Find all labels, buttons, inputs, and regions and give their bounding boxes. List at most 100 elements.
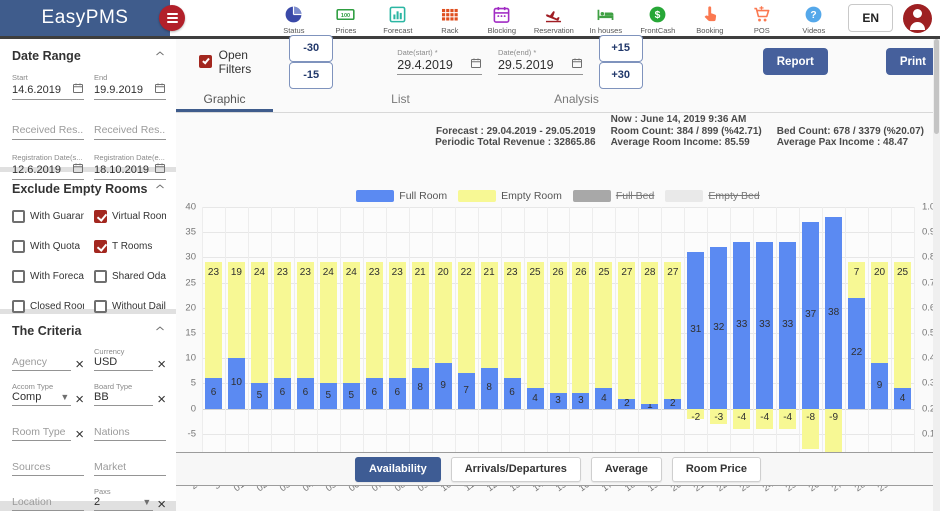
bar-empty-room-29-apr[interactable] — [205, 262, 222, 378]
bar-empty-room-12-may[interactable] — [504, 262, 521, 378]
input-placeholder-agency[interactable]: Agency — [12, 356, 71, 371]
field-nations: Nations — [94, 417, 166, 441]
calendar-icon[interactable] — [72, 82, 84, 97]
scrollbar-thumb[interactable] — [934, 39, 939, 134]
shift-button-15[interactable]: +15 — [599, 35, 643, 62]
nav-item-status[interactable]: Status — [271, 5, 316, 35]
checkbox-with-guarantee[interactable]: With Guarantee — [12, 210, 84, 223]
clear-icon[interactable]: × — [157, 499, 166, 511]
bar-empty-room-29-may[interactable] — [894, 262, 911, 388]
mode-button-average[interactable]: Average — [591, 457, 662, 482]
input-registration-date-e[interactable]: 18.10.2019 — [94, 162, 166, 180]
clear-icon[interactable]: × — [75, 394, 84, 406]
tab-list[interactable]: List — [352, 84, 449, 112]
input-placeholder-room-type[interactable]: Room Type — [12, 426, 71, 441]
user-avatar[interactable] — [903, 4, 932, 33]
y-axis-tick: 35 — [185, 227, 196, 238]
collapse-chevron-up-icon[interactable] — [154, 180, 166, 198]
nav-item-in-houses[interactable]: In houses — [583, 5, 628, 35]
input-placeholder-received-res[interactable]: Received Res... — [12, 122, 84, 140]
mode-button-availability[interactable]: Availability — [355, 457, 441, 482]
input-placeholder-market[interactable]: Market — [94, 461, 166, 476]
bar-empty-room-06-may[interactable] — [366, 262, 383, 378]
app-logo[interactable]: EasyPMS — [0, 0, 170, 36]
calendar-icon[interactable] — [154, 82, 166, 97]
checkbox-with-forecast[interactable]: With Forecast — [12, 270, 84, 283]
bar-empty-room-13-may[interactable] — [527, 262, 544, 388]
input-placeholder-sources[interactable]: Sources — [12, 461, 84, 476]
nav-item-frontcash[interactable]: $FrontCash — [635, 5, 680, 35]
input-end[interactable]: 19.9.2019 — [94, 82, 166, 100]
checkbox-virtual-rooms[interactable]: Virtual Rooms — [94, 210, 166, 223]
nav-item-booking[interactable]: Booking — [687, 5, 732, 35]
legend-item-full-bed[interactable]: Full Bed — [573, 190, 655, 202]
report-button[interactable]: Report — [763, 48, 828, 75]
calendar-icon[interactable] — [154, 162, 166, 177]
legend-item-empty-room[interactable]: Empty Room — [458, 190, 562, 202]
input-currency[interactable]: USD — [94, 356, 153, 371]
mode-button-arrivals-departures[interactable]: Arrivals/Departures — [451, 457, 581, 482]
dropdown-caret-icon[interactable]: ▼ — [142, 497, 153, 507]
nav-item-rack[interactable]: Rack — [427, 5, 472, 35]
bar-empty-room-17-may[interactable] — [618, 262, 635, 398]
collapse-chevron-up-icon[interactable] — [154, 322, 166, 340]
shift-button-30[interactable]: -30 — [289, 35, 333, 62]
print-button[interactable]: Print — [886, 48, 940, 75]
checkbox-closed-rooms[interactable]: Closed Rooms — [12, 300, 84, 313]
nav-item-prices[interactable]: 100Prices — [323, 5, 368, 35]
bar-empty-room-01-may[interactable] — [251, 262, 268, 383]
bar-empty-room-03-may[interactable] — [297, 262, 314, 378]
input-placeholder-nations[interactable]: Nations — [94, 426, 166, 441]
bar-empty-room-10-may[interactable] — [458, 262, 475, 373]
nav-item-videos[interactable]: ?Videos — [791, 5, 836, 35]
collapse-chevron-up-icon[interactable] — [154, 47, 166, 65]
clear-icon[interactable]: × — [75, 429, 84, 441]
date-start-input[interactable]: 29.4.2019 — [397, 57, 482, 75]
calendar-icon[interactable] — [72, 162, 84, 177]
calendar-icon[interactable] — [470, 57, 482, 72]
date-end-field[interactable]: Date(end) * 29.5.2019 — [498, 48, 583, 75]
bar-empty-room-02-may[interactable] — [274, 262, 291, 378]
stat-average-pax-income: Average Pax Income : 48.47 — [777, 138, 924, 149]
clear-icon[interactable]: × — [157, 394, 166, 406]
open-filters-checkbox[interactable]: Open Filters — [199, 48, 281, 76]
nav-item-forecast[interactable]: Forecast — [375, 5, 420, 35]
menu-hamburger-icon[interactable] — [159, 5, 185, 31]
vertical-scrollbar[interactable] — [933, 39, 940, 511]
nav-item-pos[interactable]: POS — [739, 5, 784, 35]
mode-button-room-price[interactable]: Room Price — [672, 457, 761, 482]
date-end-input[interactable]: 29.5.2019 — [498, 57, 583, 75]
clear-icon[interactable]: × — [75, 359, 84, 371]
checkbox-shared-odalar[interactable]: Shared Odalar — [94, 270, 166, 283]
bar-empty-room-18-may[interactable] — [641, 262, 658, 403]
input-placeholder-received-res[interactable]: Received Res... — [94, 122, 166, 140]
bar-empty-room-14-may[interactable] — [550, 262, 567, 393]
nav-item-reservation[interactable]: Reservation — [531, 5, 576, 35]
legend-item-full-room[interactable]: Full Room — [356, 190, 447, 202]
checkbox-without-daily-uses[interactable]: Without Daily Uses — [94, 300, 166, 313]
legend-item-empty-bed[interactable]: Empty Bed — [665, 190, 759, 202]
calendar-icon[interactable] — [571, 57, 583, 72]
tab-analysis[interactable]: Analysis — [528, 84, 625, 112]
tab-graphic[interactable]: Graphic — [176, 84, 273, 112]
open-filters-label: Open Filters — [219, 48, 282, 76]
input-registration-date-s[interactable]: 12.6.2019 — [12, 162, 84, 180]
bar-empty-room-16-may[interactable] — [595, 262, 612, 388]
bar-empty-room-04-may[interactable] — [320, 262, 337, 383]
bar-empty-room-07-may[interactable] — [389, 262, 406, 378]
date-start-field[interactable]: Date(start) * 29.4.2019 — [397, 48, 482, 75]
dropdown-caret-icon[interactable]: ▼ — [60, 392, 71, 402]
checkbox-t-rooms[interactable]: T Rooms — [94, 240, 166, 253]
bar-empty-room-05-may[interactable] — [343, 262, 360, 383]
input-placeholder-location[interactable]: Location — [12, 496, 84, 511]
input-paxs[interactable]: 2▼ — [94, 496, 153, 511]
nav-item-blocking[interactable]: Blocking — [479, 5, 524, 35]
clear-icon[interactable]: × — [157, 359, 166, 371]
input-board-type[interactable]: BB — [94, 391, 153, 406]
bar-empty-room-15-may[interactable] — [572, 262, 589, 393]
input-accom-type[interactable]: Comp▼ — [12, 391, 71, 406]
input-start[interactable]: 14.6.2019 — [12, 82, 84, 100]
bar-empty-room-19-may[interactable] — [664, 262, 681, 398]
checkbox-with-quota[interactable]: With Quota — [12, 240, 84, 253]
language-button[interactable]: EN — [848, 4, 893, 32]
